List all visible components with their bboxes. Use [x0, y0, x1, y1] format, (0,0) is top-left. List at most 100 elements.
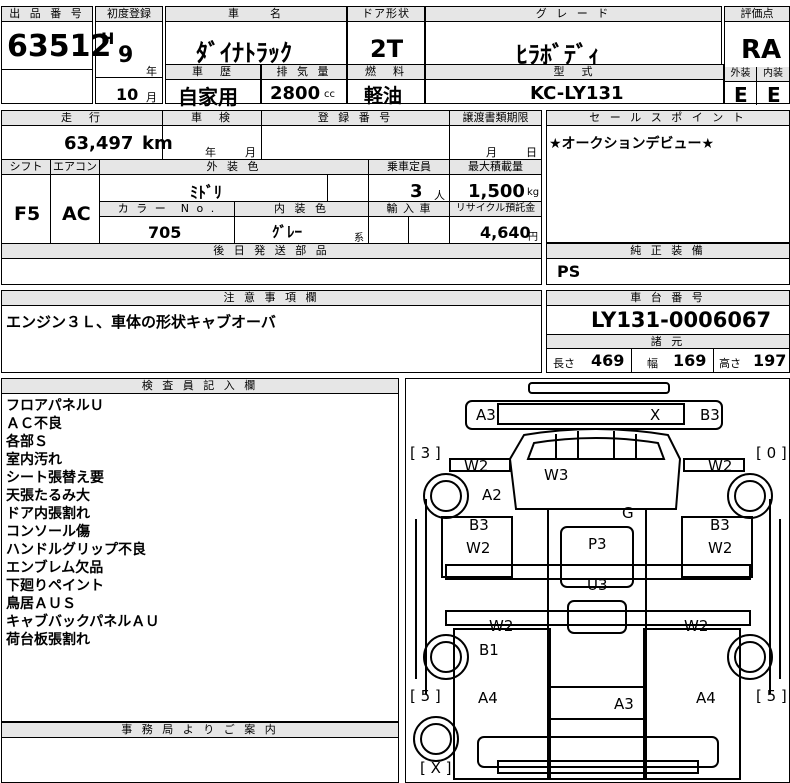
transfer-day-unit: 日 [526, 146, 537, 159]
model-box: 型 式 KC-LY131 [425, 64, 724, 104]
damage-diagram: A3 X B3 [ 3 ] [ 0 ] W2 W3 W2 A2 G B3 B3 … [405, 378, 790, 783]
notes-box: 注 意 事 項 欄 エンジン３Ｌ、車体の形状キャブオーバ [1, 290, 542, 373]
mileage: 63,497 [64, 133, 134, 154]
capacity-label: 乗車定員 [369, 160, 449, 175]
chassis-box: 車 台 番 号 LY131-0006067 諸 元 長さ 469 幅 169 高… [546, 290, 790, 373]
first-reg-month: 10 [116, 85, 139, 104]
width: 169 [673, 351, 707, 370]
max-load-unit: kg [527, 187, 540, 198]
door-type: 2T [370, 35, 404, 63]
tire-rear-right: [ 5 ] [756, 687, 787, 705]
label-front-right: B3 [700, 406, 720, 424]
sales-point-label: セ ー ル ス ポ イ ン ト [547, 111, 789, 126]
inspector-line: コンソール傷 [6, 524, 90, 540]
ac-label: エアコン [51, 160, 99, 175]
door-label: ドア形状 [348, 7, 424, 22]
color-no-label: カ ラ ー N o . [100, 202, 234, 217]
fuel-box: 燃 料 軽油 [347, 64, 425, 107]
lot-number-label: 出 品 番 号 [2, 7, 92, 22]
fuel: 軽油 [364, 85, 403, 107]
genuine-equipment-box: 純 正 装 備 PS [546, 243, 790, 285]
reg-no-label: 登 録 番 号 [262, 111, 449, 126]
chassis-number: LY131-0006067 [591, 308, 772, 332]
notes-label: 注 意 事 項 欄 [2, 291, 541, 306]
label-b1: B1 [479, 641, 499, 659]
displacement-box: 排 気 量 2800 cc [261, 64, 347, 104]
history: 自家用 [178, 85, 238, 109]
first-registration-box: 初度登録 H 9 年 10 月 [95, 6, 163, 104]
inspector-line: エンブレム欠品 [6, 560, 104, 576]
inspector-line: ＡＣ不良 [6, 416, 62, 432]
length-label: 長さ [553, 357, 575, 370]
color-no: 705 [148, 223, 182, 242]
label-g: G [622, 504, 634, 522]
displacement-unit: cc [324, 89, 335, 100]
car-name: ﾀﾞｲﾅﾄﾗｯｸ [196, 39, 292, 67]
recycle-fee: 4,640 [480, 223, 531, 242]
score-label: 評価点 [725, 7, 789, 22]
ac: AC [62, 203, 91, 225]
label-w2-left-2: W2 [466, 539, 491, 557]
office-label: 事 務 局 よ り ご 案 内 [2, 723, 398, 738]
label-u3: U3 [587, 576, 608, 594]
fuel-label: 燃 料 [348, 65, 424, 80]
first-reg-year: 9 [118, 43, 134, 68]
int-color-label: 内 装 色 [235, 202, 368, 217]
lot-number-box: 出 品 番 号 63512 [1, 6, 111, 104]
genuine-equipment: PS [557, 262, 581, 281]
max-load-label: 最大積載量 [450, 160, 541, 175]
displacement: 2800 [270, 83, 321, 104]
label-a4-left: A4 [478, 689, 498, 707]
exterior-color: ﾐﾄﾞﾘ [190, 183, 223, 202]
height-label: 高さ [719, 357, 741, 370]
inspector-line: シート張替え要 [6, 470, 104, 486]
tire-rear-left: [ 5 ] [410, 687, 441, 705]
width-label: 幅 [647, 357, 658, 370]
first-registration-label: 初度登録 [96, 7, 162, 22]
inspector-line: ドア内張割れ [6, 506, 90, 522]
inspector-notes: フロアパネルＵ ＡＣ不良 各部Ｓ 室内汚れ シート張替え要 天張たるみ大 ドア内張割れ コンソ… [6, 397, 159, 649]
inspector-line: キャブバックパネルＡＵ [6, 614, 160, 630]
sales-point-box: セ ー ル ス ポ イ ン ト ★オークションデビュー★ [546, 110, 790, 243]
import-label: 輸 入 車 [369, 202, 449, 217]
model-label: 型 式 [426, 65, 723, 80]
label-b3-left: B3 [469, 516, 489, 534]
length: 469 [591, 351, 625, 370]
score: RA [741, 35, 782, 65]
interior-color: ｸﾞﾚｰ [272, 223, 303, 241]
spare-tire: [ X ] [420, 759, 452, 777]
model-code: KC-LY131 [530, 83, 624, 104]
era: H [101, 29, 115, 48]
dims-label: 諸 元 [547, 334, 789, 349]
label-b3-right: B3 [710, 516, 730, 534]
interior-grade: E [767, 83, 781, 107]
exterior-grade: E [734, 83, 748, 107]
int-color-unit: 系 [354, 233, 364, 244]
sales-point-text: ★オークションデビュー★ [549, 136, 715, 152]
history-label: 車 歴 [166, 65, 260, 80]
inspection-year-unit: 年 [205, 146, 216, 159]
chassis-label: 車 台 番 号 [547, 291, 789, 306]
label-w2-right-3: W2 [684, 617, 709, 635]
notes-text: エンジン３Ｌ、車体の形状キャブオーバ [6, 313, 276, 331]
delivery-label: 後 日 発 送 部 品 [2, 244, 541, 259]
inspector-line: フロアパネルＵ [6, 398, 104, 414]
inspector-line: 室内汚れ [6, 452, 62, 468]
label-w2-left: W2 [464, 457, 489, 475]
label-a3-rear: A3 [614, 695, 634, 713]
height: 197 [753, 351, 787, 370]
inspection-month-unit: 月 [245, 146, 256, 159]
label-a2: A2 [482, 486, 502, 504]
label-w3: W3 [544, 466, 569, 484]
recycle-unit: 円 [528, 232, 538, 243]
recycle-label: リサイクル預託金 [450, 202, 541, 217]
tire-front-left: [ 3 ] [410, 444, 441, 462]
mileage-unit: km [142, 133, 173, 154]
label-w2-left-3: W2 [489, 617, 514, 635]
transfer-label: 譲渡書類期限 [450, 111, 541, 126]
inspector-label: 検 査 員 記 入 欄 [2, 379, 398, 394]
transfer-month-unit: 月 [486, 146, 497, 159]
label-front-x: X [650, 406, 661, 424]
inspector-box: 検 査 員 記 入 欄 フロアパネルＵ ＡＣ不良 各部Ｓ 室内汚れ シート張替え要 天張た… [1, 378, 399, 722]
car-name-label: 車 名 [166, 7, 346, 22]
